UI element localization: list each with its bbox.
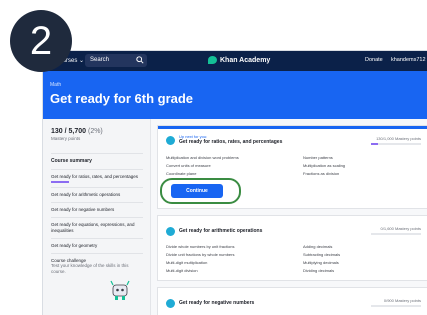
page-title: Get ready for 6th grade xyxy=(50,91,194,106)
skill-link[interactable]: Multi-digit division xyxy=(166,267,234,275)
mastery-bar-fill xyxy=(371,143,378,145)
logo-text: Khan Academy xyxy=(220,56,271,64)
skill-link[interactable]: Multiplication as scaling xyxy=(303,162,345,170)
skill-link[interactable]: Adding decimals xyxy=(303,243,340,251)
khan-academy-logo[interactable]: Khan Academy xyxy=(208,56,270,64)
sidebar-item-label: Course challenge xyxy=(51,257,87,263)
search-input[interactable]: Search xyxy=(85,54,147,67)
skill-link[interactable]: Multiplication and division word problem… xyxy=(166,154,239,162)
points-value: 130 / 5,700 xyxy=(51,128,87,135)
skill-link[interactable]: Coordinate plane xyxy=(166,170,239,178)
unit-mastery-points: 0/1,600 Mastery points xyxy=(380,226,421,231)
chevron-down-icon: ⌄ xyxy=(79,58,85,64)
course-header: Math Get ready for 6th grade xyxy=(43,71,427,119)
mastery-points-total: 130 / 5,700 (2%) xyxy=(51,128,103,135)
unit-icon xyxy=(166,227,175,236)
skills-column-left: Divide whole numbers by unit fractions D… xyxy=(166,243,234,275)
skill-link[interactable]: Dividing decimals xyxy=(303,267,340,275)
unit-card-arithmetic: Get ready for arithmetic operations 0/1,… xyxy=(157,215,427,281)
course-challenge-robot-icon xyxy=(110,280,130,300)
skills-column-right: Number patterns Multiplication as scalin… xyxy=(303,154,345,178)
sidebar-item-arithmetic[interactable]: Get ready for arithmetic operations xyxy=(51,187,143,202)
donate-link[interactable]: Donate xyxy=(365,57,383,63)
top-navigation-bar: Courses ⌄ Search Khan Academy Donate kha… xyxy=(43,51,427,71)
skill-link[interactable]: Divide whole numbers by unit fractions xyxy=(166,243,234,251)
course-challenge-description: Test your knowledge of the skills in thi… xyxy=(51,263,129,275)
unit-mastery-bar xyxy=(371,233,421,235)
skills-column-right: Adding decimals Subtracting decimals Mul… xyxy=(303,243,340,275)
unit-icon xyxy=(166,299,175,308)
course-units-list: Up next for you: Get ready for ratios, r… xyxy=(151,119,427,315)
skills-column-left: Multiplication and division word problem… xyxy=(166,154,239,178)
sidebar-item-ratios[interactable]: Get ready for ratios, rates, and percent… xyxy=(51,168,143,188)
khan-academy-page: Courses ⌄ Search Khan Academy Donate kha… xyxy=(42,50,427,315)
skill-link[interactable]: Multi-digit multiplication xyxy=(166,259,234,267)
unit-mastery-bar xyxy=(371,305,421,307)
continue-highlight-ring xyxy=(160,178,241,204)
sidebar-item-equations[interactable]: Get ready for equations, expressions, an… xyxy=(51,217,143,238)
unit-mastery-points: 130/1,000 Mastery points xyxy=(376,136,421,141)
unit-card-negative-numbers: Get ready for negative numbers 0/900 Mas… xyxy=(157,287,427,315)
unit-card-ratios: Up next for you: Get ready for ratios, r… xyxy=(157,125,427,209)
leaf-logo-icon xyxy=(208,56,217,64)
step-number-badge: 2 xyxy=(10,10,72,72)
skill-link[interactable]: Number patterns xyxy=(303,154,345,162)
unit-mastery-bar xyxy=(371,143,421,145)
subject-breadcrumb[interactable]: Math xyxy=(50,82,61,88)
course-sidebar: 130 / 5,700 (2%) Mastery points Course s… xyxy=(43,119,151,315)
search-icon xyxy=(136,56,144,64)
unit-title[interactable]: Get ready for negative numbers xyxy=(179,300,254,306)
sidebar-item-course-challenge[interactable]: Course challenge Test your knowledge of t… xyxy=(51,252,143,280)
unit-title[interactable]: Get ready for ratios, rates, and percent… xyxy=(179,139,282,145)
sidebar-nav: Course summary Get ready for ratios, rat… xyxy=(51,153,143,279)
unit-progress-bar xyxy=(51,181,69,184)
skill-link[interactable]: Convert units of measure xyxy=(166,162,239,170)
sidebar-item-negative-numbers[interactable]: Get ready for negative numbers xyxy=(51,202,143,217)
points-percent: (2%) xyxy=(87,128,103,135)
sidebar-item-course-summary[interactable]: Course summary xyxy=(51,153,143,169)
search-placeholder: Search xyxy=(90,57,110,63)
skill-link[interactable]: Subtracting decimals xyxy=(303,251,340,259)
skill-link[interactable]: Fractions as division xyxy=(303,170,345,178)
skill-link[interactable]: Multiplying decimals xyxy=(303,259,340,267)
points-caption: Mastery points xyxy=(51,136,81,141)
unit-mastery-points: 0/900 Mastery points xyxy=(383,298,421,303)
unit-title[interactable]: Get ready for arithmetic operations xyxy=(179,228,262,234)
sidebar-item-geometry[interactable]: Get ready for geometry xyxy=(51,237,143,253)
skill-link[interactable]: Divide unit fractions by whole numbers xyxy=(166,251,234,259)
sidebar-item-label: Get ready for ratios, rates, and percent… xyxy=(51,173,139,179)
unit-icon xyxy=(166,136,175,145)
user-menu[interactable]: khandems712 xyxy=(391,57,426,63)
screenshot-frame: 2 Courses ⌄ Search Khan Academy Donate k… xyxy=(0,0,427,315)
